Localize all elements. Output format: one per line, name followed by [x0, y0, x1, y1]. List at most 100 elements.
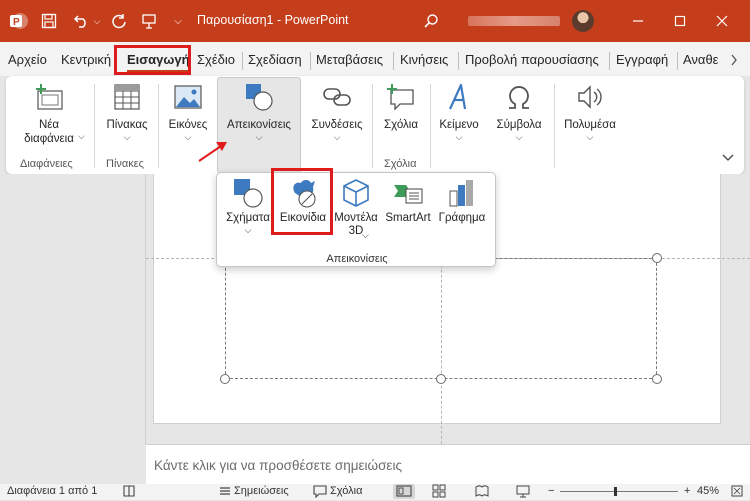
resize-handle[interactable]: [652, 374, 662, 384]
smartart-button[interactable]: SmartArt: [381, 177, 435, 225]
tabs-scroll-icon[interactable]: [726, 50, 742, 70]
zoom-out-icon[interactable]: −: [548, 485, 554, 497]
text-icon: [444, 82, 474, 112]
ribbon-separator: [372, 84, 373, 168]
new-slide-label: Νέα διαφάνεια: [24, 119, 74, 145]
tab-draw[interactable]: Σχέδιο: [197, 52, 235, 70]
3d-models-icon: [340, 177, 372, 209]
new-slide-icon: [34, 82, 64, 112]
annotation-arrow: [198, 142, 227, 162]
tab-separator: [242, 52, 243, 70]
comments-icon[interactable]: [313, 484, 327, 501]
media-label: Πολυμέσα: [564, 119, 616, 131]
comment-label: Σχόλια: [384, 119, 418, 131]
group-label-slides: Διαφάνειες: [20, 158, 73, 170]
tab-separator: [458, 52, 459, 70]
search-icon[interactable]: [420, 10, 442, 32]
zoom-slider-thumb[interactable]: [614, 487, 617, 496]
pictures-label: Εικόνες: [168, 119, 208, 131]
tab-separator: [310, 52, 311, 70]
undo-dropdown-icon[interactable]: ⌵: [91, 10, 103, 32]
resize-handle[interactable]: [436, 374, 446, 384]
ribbon: Νέα διαφάνεια ⌵ Διαφάνειες Πίνακας ⌵ Πίν…: [6, 76, 744, 174]
new-slide-button[interactable]: Νέα διαφάνεια: [14, 82, 84, 146]
close-icon[interactable]: [707, 8, 737, 34]
tab-transitions[interactable]: Μεταβάσεις: [316, 52, 383, 70]
tab-record[interactable]: Εγγραφή: [616, 52, 668, 70]
media-button[interactable]: Πολυμέσα ⌵: [558, 82, 622, 143]
undo-icon[interactable]: [70, 10, 92, 32]
maximize-icon[interactable]: [665, 8, 695, 34]
zoom-slider[interactable]: [560, 491, 678, 492]
tab-animations[interactable]: Κινήσεις: [400, 52, 448, 70]
group-label-comments: Σχόλια: [384, 158, 417, 170]
accessibility-icon[interactable]: [122, 484, 136, 501]
illustrations-label: Απεικονίσεις: [227, 119, 291, 131]
notes-pane[interactable]: Κάντε κλικ για να προσθέσετε σημειώσεις: [146, 444, 750, 484]
chevron-down-icon[interactable]: ⌵: [362, 230, 369, 241]
account-name[interactable]: [468, 16, 560, 26]
slide-counter: Διαφάνεια 1 από 1: [7, 485, 98, 497]
comment-button[interactable]: Σχόλια: [376, 82, 426, 132]
illustrations-button[interactable]: Απεικονίσεις ⌵: [218, 82, 300, 143]
notes-placeholder: Κάντε κλικ για να προσθέσετε σημειώσεις: [154, 458, 402, 473]
links-button[interactable]: Συνδέσεις ⌵: [306, 82, 368, 143]
zoom-in-icon[interactable]: +: [684, 485, 690, 497]
pictures-button[interactable]: Εικόνες ⌵: [162, 82, 214, 143]
illustrations-icon: [244, 82, 274, 112]
avatar[interactable]: [572, 10, 594, 32]
symbols-icon: [504, 82, 534, 112]
tab-review[interactable]: Αναθε: [683, 52, 718, 70]
content-placeholder[interactable]: [225, 258, 657, 379]
chevron-down-icon: ⌵: [455, 132, 463, 142]
normal-view-icon[interactable]: [393, 484, 415, 499]
group-label-illustrations: Απεικονίσεις: [326, 253, 388, 265]
smartart-label: SmartArt: [385, 212, 431, 224]
chart-label: Γράφημα: [438, 212, 486, 224]
tab-home[interactable]: Κεντρική: [61, 52, 111, 70]
symbols-button[interactable]: Σύμβολα ⌵: [488, 82, 550, 143]
text-button[interactable]: Κείμενο ⌵: [434, 82, 484, 143]
ribbon-separator: [158, 84, 159, 168]
slideshow-icon[interactable]: [516, 484, 530, 501]
text-label: Κείμενο: [439, 119, 479, 131]
ribbon-tabs: Αρχείο Κεντρική Εισαγωγή Σχέδιο Σχεδίαση…: [0, 42, 750, 76]
3d-models-button[interactable]: Μοντέλα 3D: [331, 177, 381, 238]
smartart-icon: [392, 177, 424, 209]
table-button[interactable]: Πίνακας ⌵: [98, 82, 156, 143]
shapes-icon: [232, 177, 264, 209]
chevron-down-icon[interactable]: ⌵: [78, 131, 85, 142]
table-label: Πίνακας: [106, 119, 148, 131]
fit-to-window-icon[interactable]: [730, 484, 744, 501]
customize-qat-icon[interactable]: ⌵: [170, 10, 186, 32]
tab-slideshow[interactable]: Προβολή παρουσίασης: [465, 52, 599, 70]
tab-separator: [609, 52, 610, 70]
tab-file[interactable]: Αρχείο: [8, 52, 47, 70]
resize-handle[interactable]: [220, 374, 230, 384]
chart-button[interactable]: Γράφημα: [435, 177, 489, 225]
highlight-box: [114, 45, 191, 75]
powerpoint-logo-icon: P: [8, 10, 30, 32]
media-icon: [575, 82, 605, 112]
document-title: Παρουσίαση1 - PowerPoint: [197, 13, 349, 27]
reading-view-icon[interactable]: [475, 484, 489, 501]
save-icon[interactable]: [38, 10, 60, 32]
shapes-button[interactable]: Σχήματα ⌵: [223, 177, 273, 236]
zoom-level[interactable]: 45%: [697, 485, 719, 497]
collapse-ribbon-icon[interactable]: [722, 153, 734, 165]
chevron-down-icon: ⌵: [333, 132, 341, 142]
table-icon: [112, 82, 142, 112]
notes-toggle[interactable]: Σημειώσεις: [234, 485, 289, 497]
chevron-down-icon: ⌵: [123, 132, 131, 142]
present-icon[interactable]: [138, 10, 160, 32]
redo-icon[interactable]: [108, 10, 130, 32]
slide-sorter-icon[interactable]: [432, 484, 446, 501]
chevron-down-icon: ⌵: [586, 132, 594, 142]
comments-toggle[interactable]: Σχόλια: [330, 485, 363, 497]
notes-icon[interactable]: [219, 484, 231, 501]
thumbnail-pane-bottom: [0, 444, 146, 484]
tab-design[interactable]: Σχεδίαση: [248, 52, 302, 70]
resize-handle[interactable]: [652, 253, 662, 263]
tab-separator: [393, 52, 394, 70]
minimize-icon[interactable]: [623, 8, 653, 34]
